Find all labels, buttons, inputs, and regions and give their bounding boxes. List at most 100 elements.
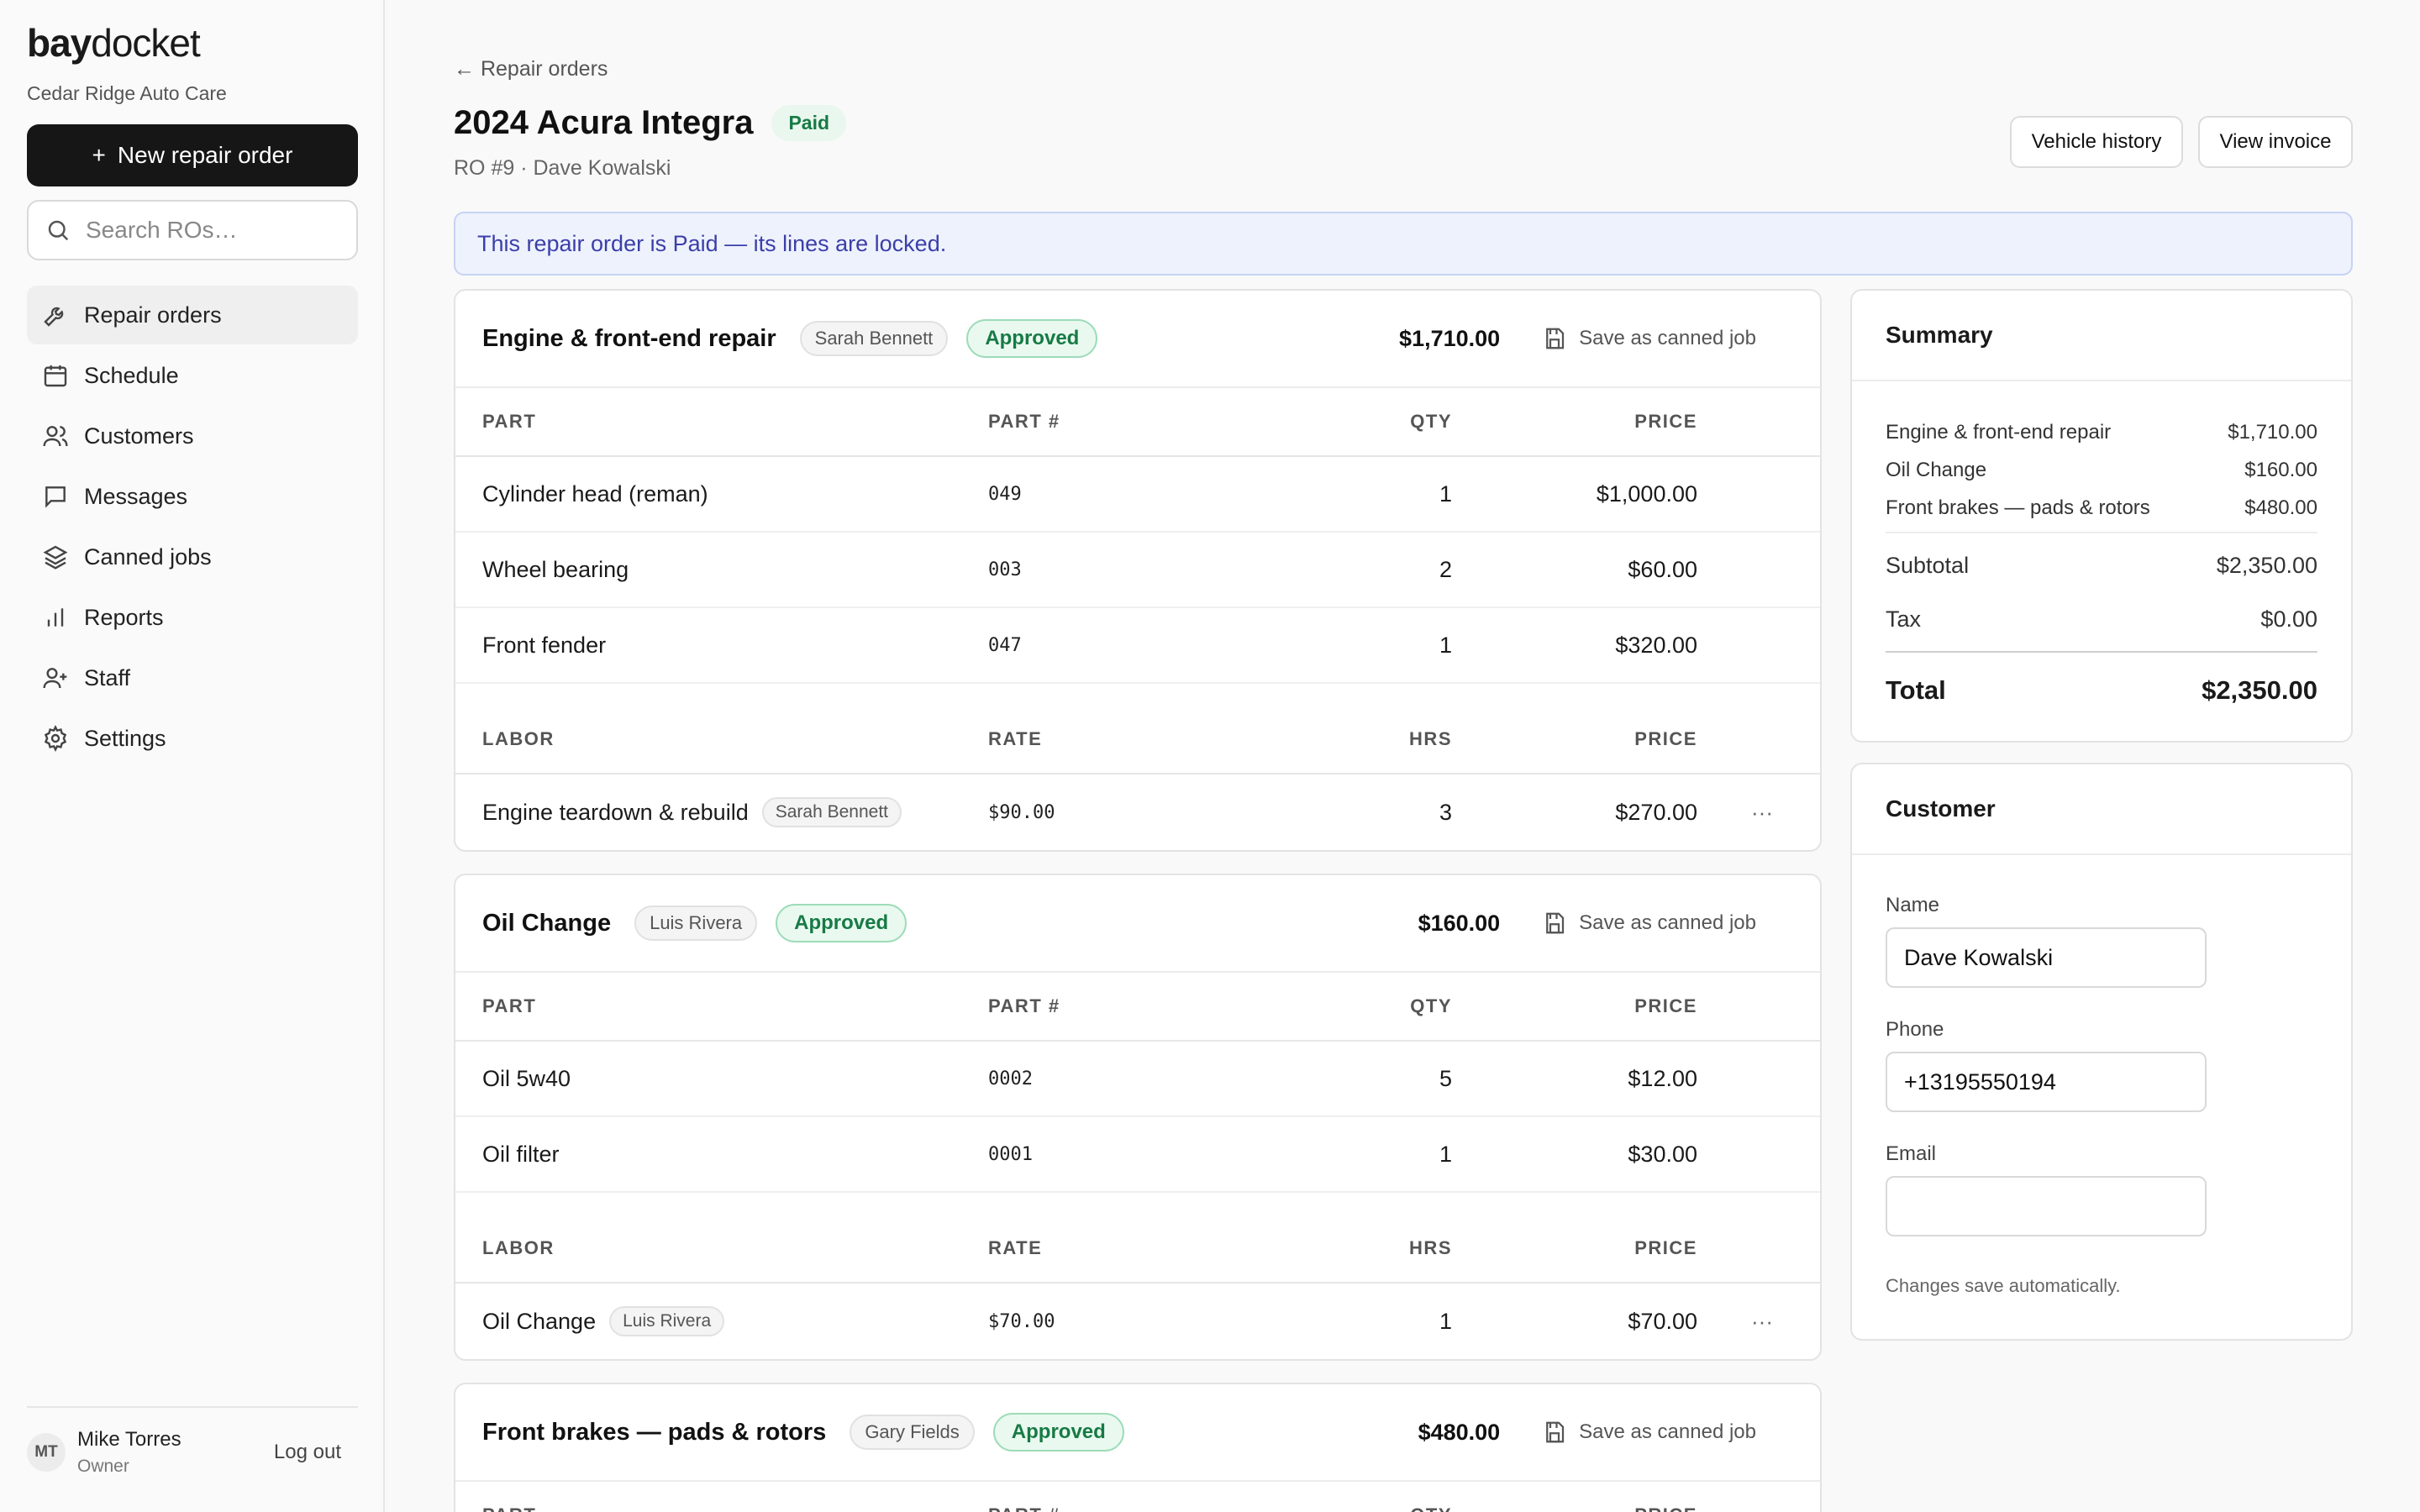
sidebar-item-repair-orders[interactable]: Repair orders (27, 286, 358, 344)
col-price: PRICE (1452, 1504, 1697, 1512)
col-qty: QTY (1410, 411, 1452, 432)
save-canned-job-button[interactable]: Save as canned job (1542, 911, 1756, 936)
approved-badge: Approved (966, 319, 1098, 358)
labor-name-cell: Oil Change Luis Rivera (482, 1306, 988, 1336)
col-price: PRICE (1634, 411, 1697, 432)
labor-header: LABOR RATE HRS PRICE (455, 1215, 1820, 1284)
main-content: ← Repair orders 2024 Acura Integra Paid … (454, 0, 2353, 1512)
table-row[interactable]: Engine teardown & rebuild Sarah Bennett … (455, 774, 1820, 850)
col-price: PRICE (1634, 728, 1697, 749)
parts-header: PART PART # QTY PRICE (455, 973, 1820, 1042)
email-field[interactable] (1886, 1176, 2207, 1236)
tech-pill: Gary Fields (850, 1415, 975, 1450)
col-part-no: PART # (988, 995, 1060, 1016)
more-icon[interactable]: ··· (1697, 800, 1773, 826)
col-qty: QTY (1240, 1504, 1452, 1512)
save-canned-job-button[interactable]: Save as canned job (1542, 1420, 1756, 1445)
part-number: 047 (988, 634, 1022, 656)
job-total: $160.00 (1418, 910, 1501, 936)
labor-price: $70.00 (1628, 1308, 1697, 1334)
sidebar-item-canned-jobs[interactable]: Canned jobs (27, 528, 358, 586)
summary-title: Summary (1852, 291, 2351, 381)
subtotal-line: Subtotal $2,350.00 (1852, 538, 2351, 592)
part-price: $1,000.00 (1596, 480, 1697, 507)
col-qty: QTY (1410, 995, 1452, 1016)
brand-logo[interactable]: baydocket (27, 20, 201, 66)
search-input[interactable] (86, 217, 338, 244)
calendar-icon (44, 365, 67, 387)
job-total: $480.00 (1418, 1419, 1501, 1445)
col-part-no: PART # (988, 411, 1060, 432)
summary-line: Oil Change $160.00 (1852, 451, 2351, 489)
summary-line-value: $480.00 (2244, 496, 2317, 519)
approved-badge: Approved (776, 904, 908, 942)
sidebar-item-customers[interactable]: Customers (27, 407, 358, 465)
search-box[interactable] (27, 200, 358, 260)
part-number: 0001 (988, 1143, 1033, 1165)
save-icon (1546, 912, 1565, 934)
bar-chart-icon (47, 608, 64, 627)
table-row[interactable]: Oil filter 0001 1 $30.00 (455, 1117, 1820, 1193)
layers-icon (43, 545, 68, 570)
job-card: Engine & front-end repair Sarah Bennett … (454, 289, 1822, 852)
labor-name-cell: Engine teardown & rebuild Sarah Bennett (482, 797, 988, 827)
sidebar-item-reports[interactable]: Reports (27, 588, 358, 647)
phone-field[interactable] (1886, 1052, 2207, 1112)
tax-value: $0.00 (2260, 606, 2317, 632)
page-title: 2024 Acura Integra (454, 104, 754, 141)
job-title: Engine & front-end repair (482, 324, 776, 352)
total-value: $2,350.00 (2202, 675, 2317, 705)
search-icon (48, 220, 69, 241)
part-name: Front fender (482, 632, 607, 658)
save-icon (1546, 328, 1565, 349)
labor-header: LABOR RATE HRS PRICE (455, 706, 1820, 774)
summary-line: Engine & front-end repair $1,710.00 (1852, 413, 2351, 451)
col-labor: LABOR (482, 728, 555, 749)
col-part: PART (482, 1504, 988, 1512)
part-name: Oil 5w40 (482, 1065, 571, 1091)
sidebar: baydocket Cedar Ridge Auto Care + New re… (0, 0, 385, 1512)
sidebar-item-settings[interactable]: Settings (27, 709, 358, 768)
col-part: PART (482, 411, 537, 432)
logout-button[interactable]: Log out (274, 1441, 341, 1464)
back-link[interactable]: ← Repair orders (454, 57, 608, 81)
table-row[interactable]: Wheel bearing 003 2 $60.00 (455, 533, 1820, 608)
save-icon (1546, 1421, 1565, 1443)
table-row[interactable]: Cylinder head (reman) 049 1 $1,000.00 (455, 457, 1820, 533)
user-box: MT Mike Torres Owner Log out (27, 1406, 358, 1487)
table-row[interactable]: Oil 5w40 0002 5 $12.00 (455, 1042, 1820, 1117)
vehicle-history-button[interactable]: Vehicle history (2010, 116, 2183, 168)
user-name: Mike Torres (77, 1428, 182, 1451)
tech-pill: Luis Rivera (634, 906, 758, 941)
part-price: $60.00 (1628, 556, 1697, 582)
name-field[interactable] (1886, 927, 2207, 988)
summary-line-label: Engine & front-end repair (1886, 420, 2112, 444)
part-name: Cylinder head (reman) (482, 480, 708, 507)
sidebar-item-label: Staff (84, 664, 131, 690)
more-icon[interactable]: ··· (1697, 1309, 1773, 1335)
avatar: MT (27, 1433, 66, 1472)
sidebar-item-staff[interactable]: Staff (27, 648, 358, 707)
phone-label: Phone (1886, 1018, 1944, 1041)
user-plus-icon (43, 668, 67, 689)
part-name: Oil filter (482, 1141, 560, 1167)
table-row[interactable]: Oil Change Luis Rivera $70.00 1 $70.00 ·… (455, 1284, 1820, 1359)
table-row[interactable]: Front fender 047 1 $320.00 (455, 608, 1820, 684)
save-canned-job-button[interactable]: Save as canned job (1542, 326, 1756, 351)
part-name: Wheel bearing (482, 556, 629, 582)
col-rate: RATE (988, 1237, 1043, 1258)
sidebar-item-schedule[interactable]: Schedule (27, 346, 358, 405)
sidebar-item-messages[interactable]: Messages (27, 467, 358, 526)
view-invoice-button[interactable]: View invoice (2198, 116, 2353, 168)
page-subtitle: RO #9 · Dave Kowalski (454, 156, 671, 180)
gear-icon (44, 725, 67, 752)
summary-line-value: $1,710.00 (2228, 420, 2317, 444)
sidebar-item-label: Settings (84, 725, 166, 751)
sidebar-item-label: Customers (84, 423, 194, 449)
part-qty: 5 (1439, 1065, 1452, 1091)
subtotal-label: Subtotal (1886, 552, 1970, 578)
summary-line-label: Front brakes — pads & rotors (1886, 496, 2150, 519)
new-repair-order-button[interactable]: + New repair order (27, 124, 358, 186)
part-number: 0002 (988, 1068, 1033, 1089)
sidebar-item-label: Canned jobs (84, 543, 212, 570)
